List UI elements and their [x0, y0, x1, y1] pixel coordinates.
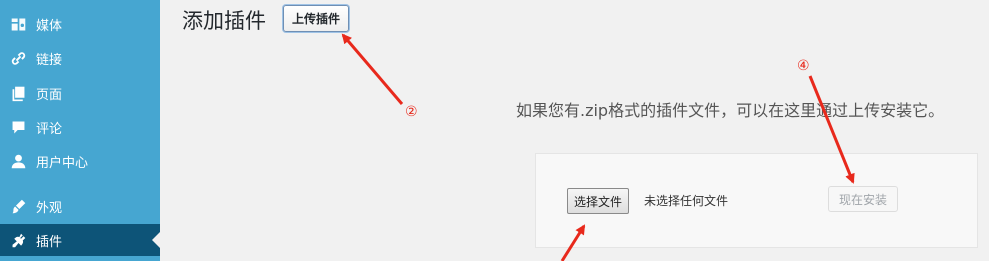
choose-file-button[interactable]: 选择文件: [567, 188, 630, 214]
sidebar-item-plugins[interactable]: 插件: [0, 224, 160, 256]
upload-form: 选择文件 未选择任何文件 现在安装: [535, 153, 978, 248]
annotation-marker-2: ②: [405, 104, 418, 120]
page-title: 添加插件: [182, 9, 266, 33]
sidebar-item-comments[interactable]: 评论: [0, 111, 160, 143]
media-icon: [9, 15, 27, 33]
link-icon: [9, 49, 27, 67]
pages-icon: [9, 84, 27, 102]
sidebar-item-label: 插件: [36, 234, 63, 250]
sidebar-item-pages[interactable]: 页面: [0, 77, 160, 109]
comments-icon: [9, 118, 27, 136]
sidebar-item-label: 外观: [36, 200, 63, 216]
appearance-icon: [9, 197, 27, 215]
sidebar-item-label: 媒体: [36, 18, 63, 34]
sidebar-item-label: 链接: [36, 52, 63, 68]
no-file-selected-text: 未选择任何文件: [644, 194, 729, 208]
sidebar-item-appearance[interactable]: 外观: [0, 190, 160, 222]
admin-sidebar: 媒体 链接 页面 评论 用户中心 外观 插件: [0, 0, 160, 261]
sidebar-item-label: 评论: [36, 121, 63, 137]
main-content: 添加插件 上传插件 如果您有.zip格式的插件文件，可以在这里通过上传安装它。 …: [160, 0, 989, 261]
sidebar-item-label: 用户中心: [36, 155, 89, 171]
user-icon: [9, 152, 27, 170]
sidebar-item-users[interactable]: 用户中心: [0, 145, 160, 177]
sidebar-item-label: 页面: [36, 87, 63, 103]
sidebar-item-media[interactable]: 媒体: [0, 8, 160, 40]
upload-description: 如果您有.zip格式的插件文件，可以在这里通过上传安装它。: [516, 101, 945, 120]
install-now-button[interactable]: 现在安装: [828, 186, 899, 212]
upload-plugin-button[interactable]: 上传插件: [283, 5, 350, 32]
sidebar-item-links[interactable]: 链接: [0, 42, 160, 74]
annotation-marker-4: ④: [797, 58, 810, 74]
plugins-icon: [9, 231, 27, 249]
